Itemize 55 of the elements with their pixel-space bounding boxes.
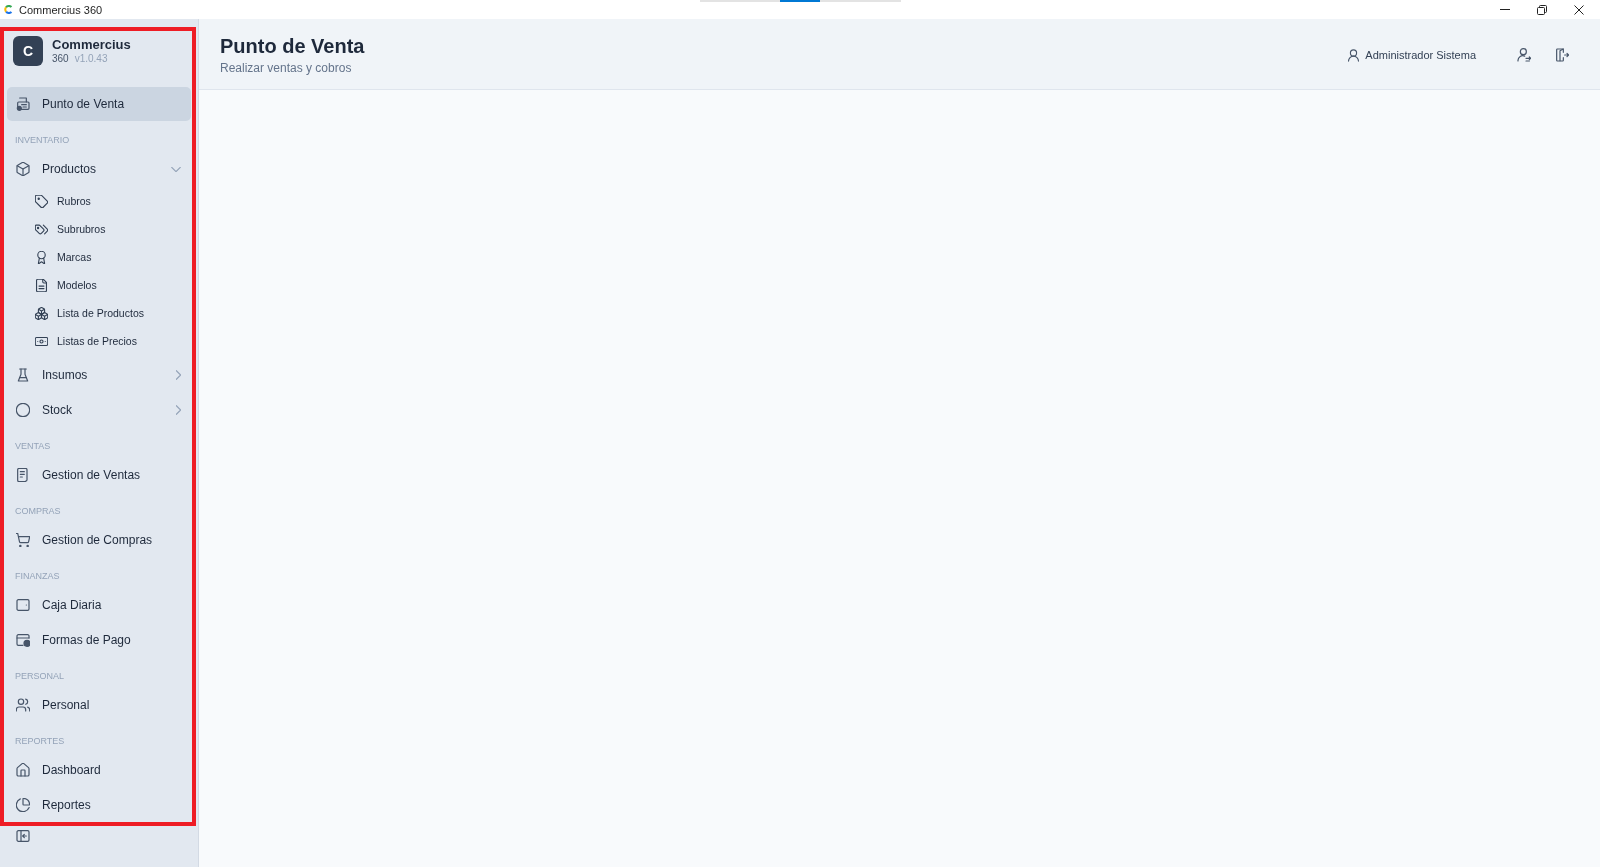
nav-subitem[interactable]: Marcas: [7, 243, 191, 271]
tag-icon: [35, 194, 48, 208]
nav-subitem[interactable]: Listas de Precios: [7, 327, 191, 355]
nav-item[interactable]: Gestion de Compras: [7, 523, 191, 557]
user-name: Administrador Sistema: [1365, 49, 1476, 61]
close-icon: [1573, 4, 1584, 15]
users-icon: [16, 698, 30, 712]
section-heading: PERSONAL: [14, 670, 66, 682]
section-heading: COMPRAS: [14, 505, 62, 517]
minimize-icon: [1499, 9, 1510, 10]
app-icon: [4, 5, 13, 14]
boxes-icon: [35, 306, 48, 320]
logout-icon: [1555, 48, 1569, 62]
banknote-icon: [35, 334, 48, 348]
nav-subitem[interactable]: Modelos: [7, 271, 191, 299]
pie-chart-icon: [16, 798, 30, 812]
document-icon: [35, 278, 48, 292]
section-heading: REPORTES: [14, 735, 66, 747]
page-title: Punto de Venta: [220, 34, 365, 58]
nav-item[interactable]: Insumos: [7, 358, 191, 392]
box-icon: [16, 162, 30, 176]
nav-subitem[interactable]: Subrubros: [7, 215, 191, 243]
wallet-icon: [16, 598, 30, 612]
brand-name: Commercius: [52, 37, 131, 52]
nav-subitem[interactable]: Rubros: [7, 187, 191, 215]
user-icon: [1347, 48, 1361, 62]
restore-icon: [1536, 4, 1547, 15]
ribbon-icon: [35, 250, 48, 264]
app-version: v1.0.43: [74, 52, 108, 65]
window-title: Commercius 360: [19, 3, 103, 16]
cart-icon: [16, 533, 30, 547]
document-list-icon: [16, 468, 30, 482]
cash-register-icon: [16, 97, 30, 111]
section-heading: INVENTARIO: [14, 134, 71, 146]
app-logo: C: [13, 36, 43, 66]
nav-item[interactable]: Caja Diaria: [7, 588, 191, 622]
nav-item[interactable]: Gestion de Ventas: [7, 458, 191, 492]
card-clock-icon: [16, 633, 30, 647]
nav-item[interactable]: Formas de Pago: [7, 623, 191, 657]
brand-edition: 360: [52, 52, 69, 65]
nav-item[interactable]: Punto de Venta: [7, 87, 191, 121]
tags-icon: [35, 222, 48, 236]
nav-item[interactable]: Reportes: [7, 788, 191, 822]
nav-item[interactable]: Stock: [7, 393, 191, 427]
section-heading: VENTAS: [14, 440, 52, 452]
flask-icon: [16, 368, 30, 382]
nav-item[interactable]: Dashboard: [7, 753, 191, 787]
nav-subitem[interactable]: Lista de Productos: [7, 299, 191, 327]
user-arrows-icon: [1517, 48, 1531, 62]
page-subtitle: Realizar ventas y cobros: [220, 60, 353, 76]
collapse-sidebar-button[interactable]: [16, 829, 30, 843]
home-icon: [16, 763, 30, 777]
nav-item[interactable]: Personal: [7, 688, 191, 722]
section-heading: FINANZAS: [14, 570, 61, 582]
nav-item[interactable]: Productos: [7, 152, 191, 186]
